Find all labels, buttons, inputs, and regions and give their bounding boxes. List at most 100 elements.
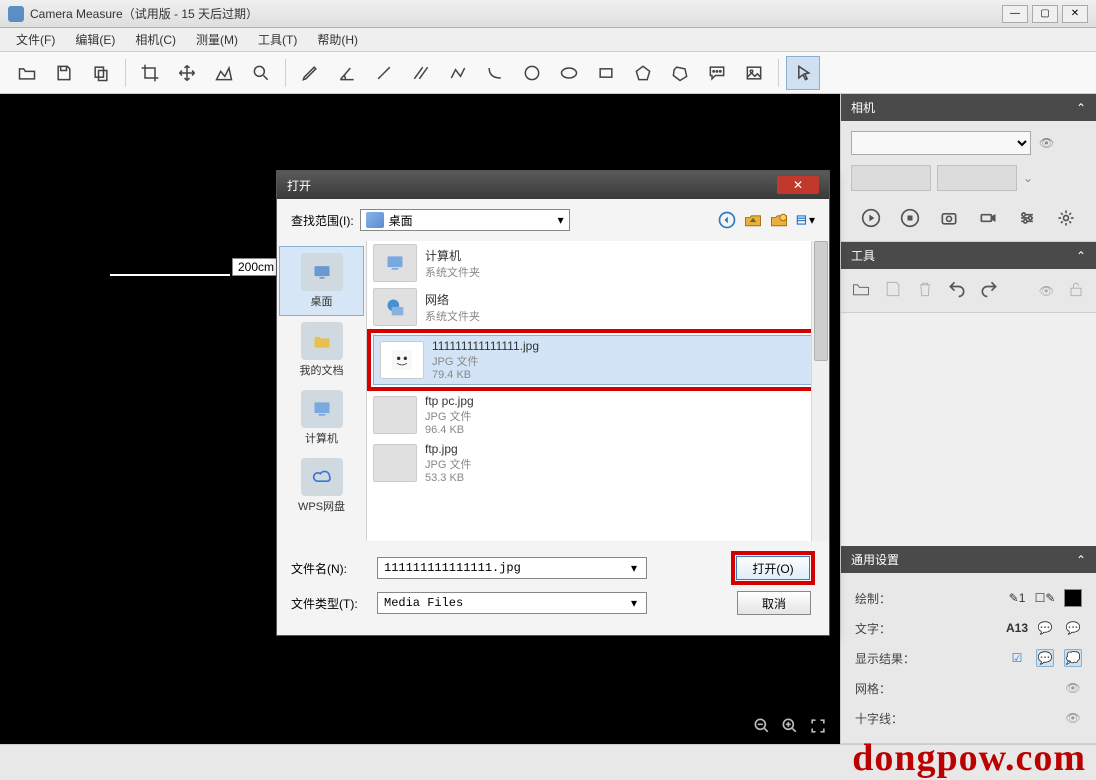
menu-camera[interactable]: 相机(C) bbox=[125, 28, 186, 51]
lookin-combo[interactable]: 桌面 ▾ bbox=[360, 209, 570, 231]
dialog-topbar: 查找范围(I): 桌面 ▾ ▾ bbox=[277, 199, 829, 241]
close-button[interactable]: ✕ bbox=[1062, 5, 1088, 23]
expand-icon[interactable]: ⌄ bbox=[1023, 171, 1033, 185]
file-item-ftppc[interactable]: ftp pc.jpg JPG 文件 96.4 KB bbox=[367, 391, 829, 439]
image-icon[interactable] bbox=[737, 56, 771, 90]
area-icon[interactable] bbox=[207, 56, 241, 90]
filetype-label: 文件类型(T): bbox=[291, 595, 371, 612]
crop-icon[interactable] bbox=[133, 56, 167, 90]
panel-tool-header[interactable]: 工具 ⌃ bbox=[841, 242, 1096, 269]
filetype-combo[interactable] bbox=[377, 592, 647, 614]
panel-tool-title: 工具 bbox=[851, 247, 875, 264]
zoom-icon[interactable] bbox=[244, 56, 278, 90]
place-mydocs[interactable]: 我的文档 bbox=[279, 316, 364, 384]
file-item-computer[interactable]: 计算机 系统文件夹 bbox=[367, 241, 829, 285]
camera-setting-2[interactable] bbox=[937, 165, 1017, 191]
open-button[interactable]: 打开(O) bbox=[736, 556, 810, 580]
up-icon[interactable] bbox=[743, 210, 763, 230]
trash-icon[interactable] bbox=[915, 279, 935, 302]
newfolder-icon[interactable] bbox=[769, 210, 789, 230]
circle-icon[interactable] bbox=[515, 56, 549, 90]
result-check-icon[interactable]: ☑ bbox=[1008, 649, 1026, 667]
filter-icon[interactable] bbox=[1014, 205, 1040, 231]
place-computer[interactable]: 计算机 bbox=[279, 384, 364, 452]
bubble1-icon[interactable]: 💬 bbox=[1036, 619, 1054, 637]
zoom-out-icon[interactable] bbox=[752, 716, 772, 736]
save-tool-icon[interactable] bbox=[883, 279, 903, 302]
separator bbox=[778, 59, 779, 87]
zoom-in-icon[interactable] bbox=[780, 716, 800, 736]
dialog-titlebar[interactable]: 打开 ✕ bbox=[277, 171, 829, 199]
menu-edit[interactable]: 编辑(E) bbox=[65, 28, 125, 51]
file-item-ftp[interactable]: ftp.jpg JPG 文件 53.3 KB bbox=[367, 439, 829, 487]
desktop-place-icon bbox=[301, 253, 343, 291]
stop-icon[interactable] bbox=[897, 205, 923, 231]
ellipse-icon[interactable] bbox=[552, 56, 586, 90]
minimize-button[interactable]: — bbox=[1002, 5, 1028, 23]
save-icon[interactable] bbox=[47, 56, 81, 90]
filename-input[interactable] bbox=[377, 557, 647, 579]
statusbar: dongpow.com bbox=[0, 744, 1096, 778]
panel-settings-header[interactable]: 通用设置 ⌃ bbox=[841, 546, 1096, 573]
record-icon[interactable] bbox=[975, 205, 1001, 231]
camera-setting-1[interactable] bbox=[851, 165, 931, 191]
filename-label: 文件名(N): bbox=[291, 560, 371, 577]
settings-body: 绘制： ✎1 ☐✎ ■ 文字： A13 💬 💬 显示 bbox=[841, 573, 1096, 743]
dialog-close-button[interactable]: ✕ bbox=[777, 176, 819, 194]
comment-icon[interactable] bbox=[700, 56, 734, 90]
polyline-icon[interactable] bbox=[441, 56, 475, 90]
maximize-button[interactable]: ▢ bbox=[1032, 5, 1058, 23]
menu-help[interactable]: 帮助(H) bbox=[307, 28, 368, 51]
cancel-button[interactable]: 取消 bbox=[737, 591, 811, 615]
menu-file[interactable]: 文件(F) bbox=[6, 28, 65, 51]
pencil-setting-icon[interactable]: ✎1 bbox=[1008, 589, 1026, 607]
visibility-icon[interactable]: 👁 bbox=[1039, 284, 1054, 298]
collapse-icon: ⌃ bbox=[1076, 249, 1086, 263]
panel-camera-header[interactable]: 相机 ⌃ bbox=[841, 94, 1096, 121]
font-setting-icon[interactable]: A13 bbox=[1008, 619, 1026, 637]
scroll-thumb[interactable] bbox=[814, 241, 828, 361]
undo-icon[interactable] bbox=[947, 279, 967, 302]
camera-select[interactable] bbox=[851, 131, 1031, 155]
fill-setting-icon[interactable]: ■ bbox=[1064, 589, 1082, 607]
open-icon[interactable] bbox=[10, 56, 44, 90]
fullscreen-icon[interactable] bbox=[808, 716, 828, 736]
menu-measure[interactable]: 测量(M) bbox=[186, 28, 248, 51]
bubble2-icon[interactable]: 💬 bbox=[1064, 619, 1082, 637]
file-item-network[interactable]: 网络 系统文件夹 bbox=[367, 285, 829, 329]
place-desktop[interactable]: 桌面 bbox=[279, 246, 364, 316]
copy-icon[interactable] bbox=[84, 56, 118, 90]
grid-eye-icon[interactable]: 👁 bbox=[1064, 679, 1082, 697]
folder-icon[interactable] bbox=[851, 279, 871, 302]
file-item-selected[interactable]: 111111111111111.jpg JPG 文件 79.4 KB bbox=[373, 335, 823, 385]
eye-icon[interactable]: 👁 bbox=[1039, 136, 1054, 150]
pentagon-icon[interactable] bbox=[626, 56, 660, 90]
pencil-icon[interactable] bbox=[293, 56, 327, 90]
snapshot-icon[interactable] bbox=[936, 205, 962, 231]
move-icon[interactable] bbox=[170, 56, 204, 90]
menu-tools[interactable]: 工具(T) bbox=[248, 28, 307, 51]
result-bubble1-icon[interactable]: 💬 bbox=[1036, 649, 1054, 667]
line-icon[interactable] bbox=[367, 56, 401, 90]
play-icon[interactable] bbox=[858, 205, 884, 231]
edit-setting-icon[interactable]: ☐✎ bbox=[1036, 589, 1054, 607]
angle-icon[interactable] bbox=[330, 56, 364, 90]
place-wps[interactable]: WPS网盘 bbox=[279, 452, 364, 520]
collapse-icon: ⌃ bbox=[1076, 553, 1086, 567]
result-bubble2-icon[interactable]: 💭 bbox=[1064, 649, 1082, 667]
redo-icon[interactable] bbox=[979, 279, 999, 302]
rect-icon[interactable] bbox=[589, 56, 623, 90]
pointer-icon[interactable] bbox=[786, 56, 820, 90]
gear-icon[interactable] bbox=[1053, 205, 1079, 231]
label-draw: 绘制： bbox=[855, 590, 891, 607]
parallel-icon[interactable] bbox=[404, 56, 438, 90]
cross-eye-icon[interactable]: 👁 bbox=[1064, 709, 1082, 727]
viewmenu-icon[interactable]: ▾ bbox=[795, 210, 815, 230]
network-thumb-icon bbox=[373, 288, 417, 326]
back-icon[interactable] bbox=[717, 210, 737, 230]
polygon-icon[interactable] bbox=[663, 56, 697, 90]
scrollbar[interactable] bbox=[811, 241, 829, 541]
curve-icon[interactable] bbox=[478, 56, 512, 90]
file-list[interactable]: 计算机 系统文件夹 网络 系统文件夹 111111111111111.jpg J… bbox=[367, 241, 829, 541]
lock-icon[interactable] bbox=[1066, 279, 1086, 302]
